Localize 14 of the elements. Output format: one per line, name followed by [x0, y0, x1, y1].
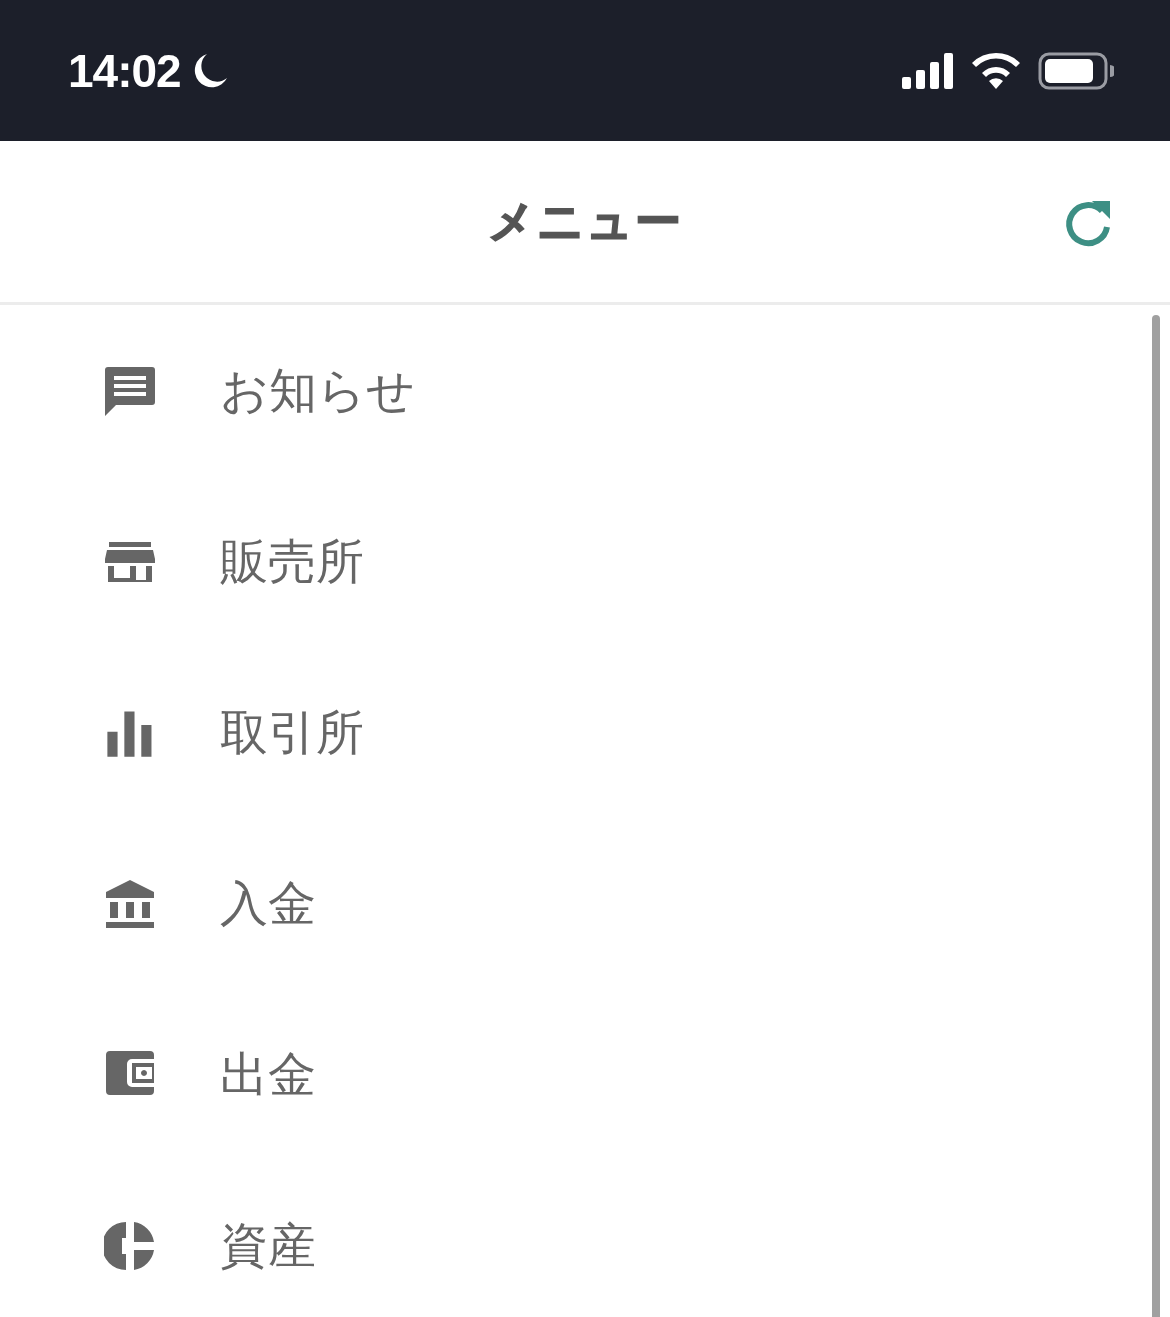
header-title: メニュー [487, 192, 683, 250]
menu-item[interactable]: 販売所 [0, 476, 1170, 647]
menu-item[interactable]: 取引所 [0, 647, 1170, 818]
status-time: 14:02 [68, 43, 181, 98]
wifi-icon [972, 52, 1020, 89]
menu-item[interactable]: 資産 [0, 1160, 1170, 1317]
message-icon [104, 364, 156, 417]
bank-icon [104, 877, 156, 930]
pie-chart-icon [104, 1219, 156, 1272]
signal-icon [902, 52, 954, 89]
battery-icon [1038, 51, 1114, 90]
menu-item[interactable]: 入金 [0, 818, 1170, 989]
menu-item[interactable]: 出金 [0, 989, 1170, 1160]
menu-item[interactable]: お知らせ [0, 305, 1170, 476]
